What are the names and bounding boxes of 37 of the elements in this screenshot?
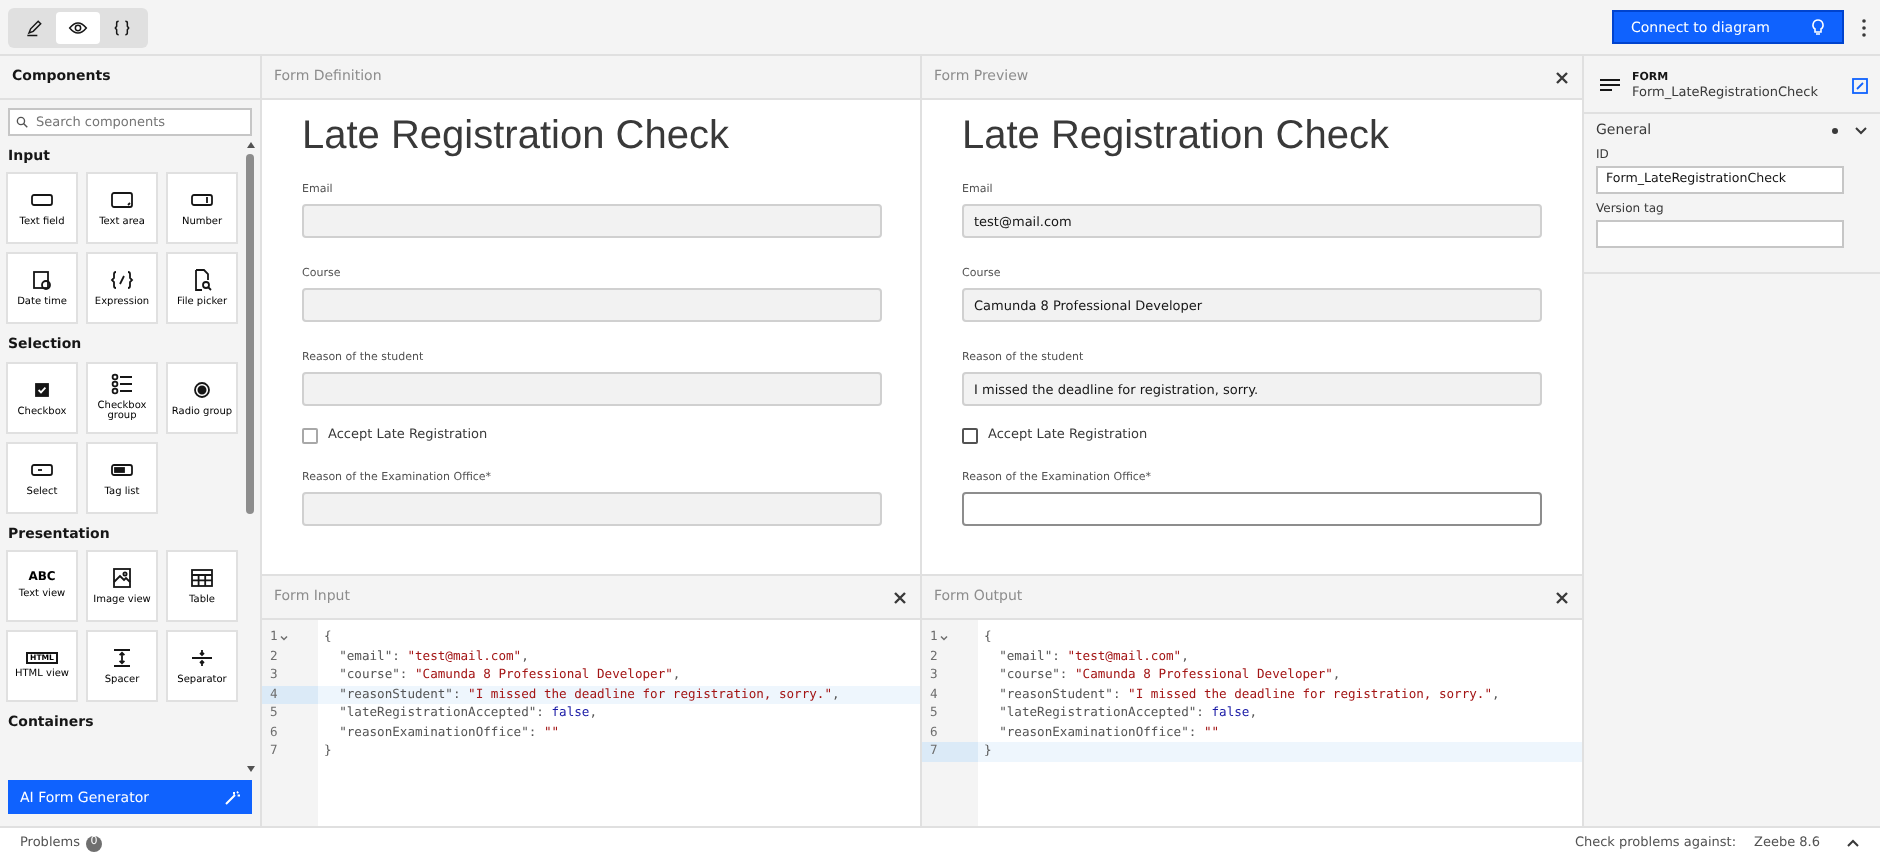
close-button[interactable] (892, 589, 908, 605)
scrollbar-thumb[interactable] (246, 154, 254, 514)
text-input[interactable] (962, 492, 1542, 526)
chevron-down-icon[interactable] (1854, 126, 1868, 137)
scroll-down-icon[interactable] (245, 764, 255, 774)
close-button[interactable] (1554, 69, 1570, 85)
calendar-clock-icon (30, 268, 54, 293)
view-mode-tab[interactable] (56, 11, 100, 43)
status-dot (1832, 128, 1838, 135)
search-icon (16, 116, 28, 128)
expression-icon (110, 268, 134, 293)
fold-caret-icon[interactable] (279, 633, 288, 642)
edit-icon[interactable] (1852, 78, 1868, 95)
pencil-icon (24, 17, 44, 37)
spacer-icon (110, 645, 134, 670)
lightbulb-icon (1810, 18, 1826, 36)
image-icon (110, 565, 134, 590)
text-input[interactable] (1596, 220, 1844, 249)
eye-icon (68, 17, 88, 37)
radio-icon (190, 377, 214, 402)
text-area-icon (110, 188, 134, 213)
scroll-up-icon[interactable] (245, 140, 255, 150)
overflow-menu-icon[interactable] (1856, 15, 1872, 39)
chevron-up-icon[interactable] (1846, 838, 1860, 848)
close-button[interactable] (1554, 589, 1570, 605)
table-icon (190, 565, 214, 590)
braces-icon (112, 17, 132, 37)
checkbox-icon (30, 377, 54, 402)
form-heading: Late Registration Check (302, 116, 731, 156)
file-search-icon (190, 268, 214, 293)
form-heading: Late Registration Check (962, 116, 1391, 156)
fold-caret-icon[interactable] (939, 633, 948, 642)
separator-icon (190, 645, 214, 670)
form-icon (1600, 78, 1620, 95)
checkbox[interactable] (962, 428, 978, 444)
wand-icon (224, 789, 240, 805)
checklist-icon (110, 371, 134, 396)
